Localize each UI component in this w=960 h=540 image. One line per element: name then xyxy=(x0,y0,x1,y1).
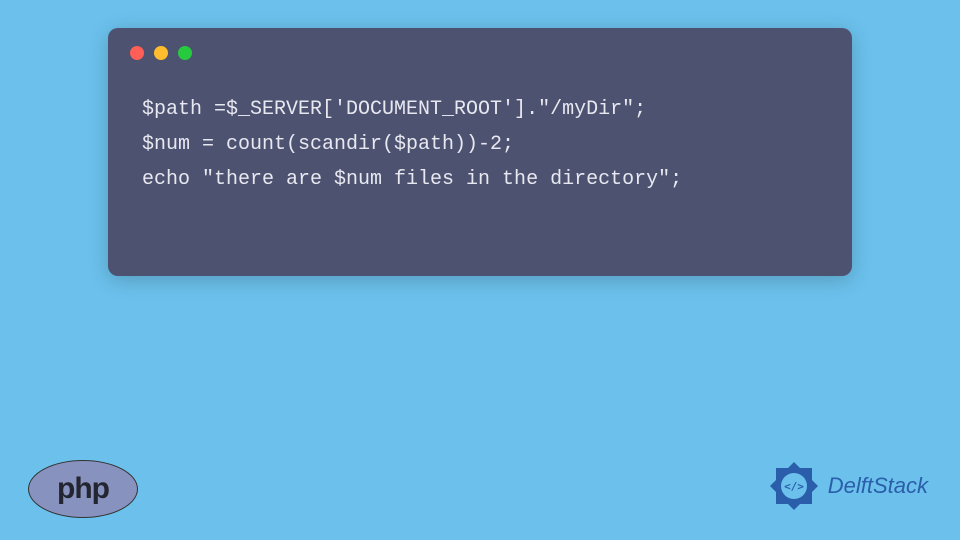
code-line: $path =$_SERVER['DOCUMENT_ROOT']."/myDir… xyxy=(142,92,818,127)
window-controls xyxy=(108,28,852,60)
minimize-icon xyxy=(154,46,168,60)
code-window: $path =$_SERVER['DOCUMENT_ROOT']."/myDir… xyxy=(108,28,852,276)
code-content: $path =$_SERVER['DOCUMENT_ROOT']."/myDir… xyxy=(108,60,852,197)
php-logo-text: php xyxy=(57,472,109,506)
code-line: $num = count(scandir($path))-2; xyxy=(142,127,818,162)
code-line: echo "there are $num files in the direct… xyxy=(142,162,818,197)
svg-text:</>: </> xyxy=(784,480,804,493)
maximize-icon xyxy=(178,46,192,60)
php-logo: php xyxy=(28,460,138,518)
delftstack-logo: </> DelftStack xyxy=(766,458,928,514)
delftstack-text: DelftStack xyxy=(828,473,928,499)
close-icon xyxy=(130,46,144,60)
delftstack-icon: </> xyxy=(766,458,822,514)
